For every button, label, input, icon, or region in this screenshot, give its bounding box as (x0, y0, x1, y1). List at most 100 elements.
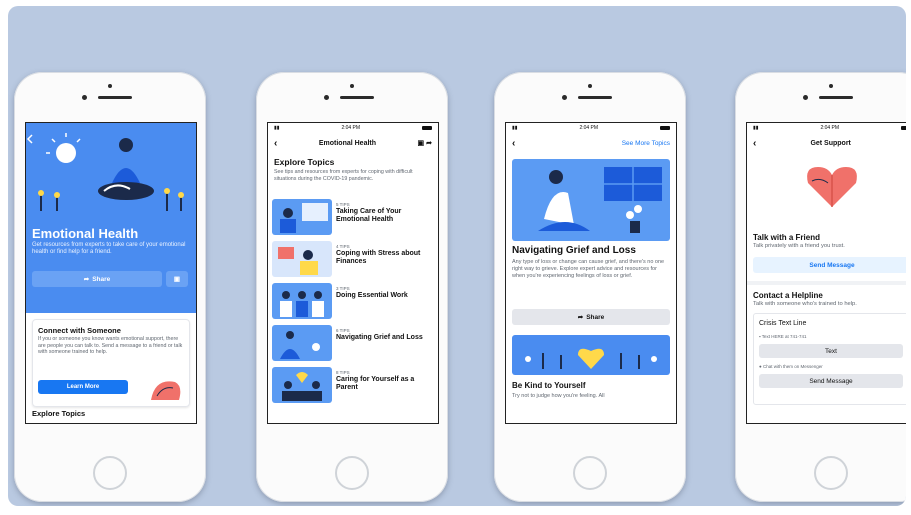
topic-illustration (512, 159, 670, 241)
status-time: 2:04 PM (579, 125, 599, 131)
share-icon: ➦ (83, 276, 90, 283)
front-camera (350, 84, 354, 88)
nav-title: Get Support (810, 139, 851, 147)
nav-bar: ‹ Emotional Health ▣ ➦ (268, 133, 438, 153)
page-title: Emotional Health (32, 226, 139, 241)
topic-title: Navigating Grief and Loss (512, 245, 636, 256)
battery-icon (421, 126, 432, 130)
bookmark-icon[interactable]: ▣ (418, 140, 425, 147)
home-button[interactable] (814, 456, 848, 490)
back-icon[interactable]: ‹ (512, 138, 515, 149)
messenger-icon: ● (759, 364, 762, 369)
status-bar: ▮▮ 2:04 PM (268, 123, 438, 133)
crisis-card: Crisis Text Line ▪ Text HERE at 741-741 … (753, 313, 906, 405)
battery-icon (659, 126, 670, 130)
sensor (803, 95, 808, 100)
text-info: Text HERE at 741-741 (761, 334, 807, 339)
home-button[interactable] (573, 456, 607, 490)
crisis-title: Crisis Text Line (759, 320, 807, 327)
nav-bar: ‹ See More Topics (506, 133, 676, 153)
text-button[interactable]: Text (759, 344, 903, 358)
signal-icon: ▮▮ (753, 125, 759, 131)
topic-item[interactable]: 5 TIPS Taking Care of Your Emotional Hea… (272, 199, 432, 235)
tip-illustration (512, 335, 670, 375)
friend-title: Talk with a Friend (753, 233, 820, 242)
sensor (562, 95, 567, 100)
topic-item[interactable]: 6 TIPS Navigating Grief and Loss (272, 325, 432, 361)
page-description: Get resources from experts to take care … (32, 242, 186, 255)
earpiece (819, 96, 853, 99)
status-bar: ▮▮ 2:04 PM (506, 123, 676, 133)
screen: ▮▮ 2:04 PM ‹ Emotional Health ▣ ➦ Explore… (267, 122, 439, 424)
learn-more-button[interactable]: Learn More (38, 380, 128, 394)
topic-title: Navigating Grief and Loss (336, 334, 423, 341)
hands-illustration (151, 381, 181, 400)
topic-thumbnail (272, 283, 332, 319)
earpiece (578, 96, 612, 99)
earpiece (98, 96, 132, 99)
messenger-info: Chat with them on Messenger (762, 364, 823, 369)
screen: ▮▮ 2:04 PM ‹ See More Topics Navigating G… (505, 122, 677, 424)
topic-thumbnail (272, 199, 332, 235)
screen: ▮▮ 2:04 PM ‹ Get Support Talk with a Frie… (746, 122, 906, 424)
sensor (82, 95, 87, 100)
topic-thumbnail (272, 241, 332, 277)
screen: Emotional Health Get resources from expe… (25, 122, 197, 424)
nav-bar: ‹ Get Support (747, 133, 906, 153)
bookmark-icon: ▣ (173, 276, 181, 283)
topic-title: Caring for Yourself as a Parent (336, 376, 415, 391)
tip-text: Try not to judge how you're feeling. All (512, 393, 605, 399)
helpline-title: Contact a Helpline (753, 291, 823, 300)
earpiece (340, 96, 374, 99)
topic-item[interactable]: 8 TIPS Caring for Yourself as a Parent (272, 367, 432, 403)
topic-item[interactable]: 3 TIPS Doing Essential Work (272, 283, 432, 319)
hero-banner: Emotional Health Get resources from expe… (26, 123, 196, 313)
nav-title: Emotional Health (318, 139, 377, 147)
connect-text: If you or someone you know wants emotion… (38, 336, 183, 355)
explore-title: Explore Topics (274, 157, 335, 167)
battery-icon (900, 126, 906, 130)
phone-emotional-health: Emotional Health Get resources from expe… (14, 72, 206, 502)
back-icon (26, 134, 33, 144)
status-time: 2:04 PM (341, 125, 361, 131)
backdrop: Emotional Health Get resources from expe… (8, 6, 906, 506)
back-icon[interactable]: ‹ (274, 138, 277, 149)
signal-icon: ▮▮ (512, 125, 518, 131)
tip-count: 6 TIPS (336, 328, 350, 333)
topic-item[interactable]: 4 TIPS Coping with Stress about Finances (272, 241, 432, 277)
send-message-button-messenger[interactable]: Send Message (759, 374, 903, 388)
send-message-button[interactable]: Send Message (753, 257, 906, 273)
see-more-topics-link[interactable]: See More Topics (622, 140, 670, 147)
tip-count: 8 TIPS (336, 370, 350, 375)
back-icon[interactable]: ‹ (753, 138, 756, 149)
heart-illustration (807, 167, 857, 207)
signal-icon: ▮▮ (274, 125, 280, 131)
friend-text: Talk privately with a friend you trust. (753, 243, 845, 249)
share-button[interactable]: ➦ Share (512, 309, 670, 325)
explore-description: See tips and resources from experts for … (274, 169, 413, 182)
topic-title: Coping with Stress about Finances (336, 250, 421, 265)
tip-count: 4 TIPS (336, 244, 350, 249)
status-bar: ▮▮ 2:04 PM (747, 123, 906, 133)
divider (747, 281, 906, 285)
helpline-text: Talk with someone who's trained to help. (753, 301, 857, 307)
topic-thumbnail (272, 367, 332, 403)
share-button[interactable]: ➦ Share (32, 271, 162, 287)
front-camera (108, 84, 112, 88)
tip-count: 3 TIPS (336, 286, 350, 291)
front-camera (829, 84, 833, 88)
topic-title: Taking Care of Your Emotional Health (336, 208, 402, 223)
home-button[interactable] (93, 456, 127, 490)
phone-explore-topics: ▮▮ 2:04 PM ‹ Emotional Health ▣ ➦ Explore… (256, 72, 448, 502)
save-button[interactable]: ▣ (166, 271, 188, 287)
topic-thumbnail (272, 325, 332, 361)
status-time: 2:04 PM (820, 125, 840, 131)
front-camera (588, 84, 592, 88)
home-button[interactable] (335, 456, 369, 490)
phone-get-support: ▮▮ 2:04 PM ‹ Get Support Talk with a Frie… (735, 72, 906, 502)
tip-count: 5 TIPS (336, 202, 350, 207)
tip-title: Be Kind to Yourself (512, 381, 586, 390)
share-icon[interactable]: ➦ (426, 140, 432, 147)
sensor (324, 95, 329, 100)
hero-illustration (26, 133, 184, 211)
